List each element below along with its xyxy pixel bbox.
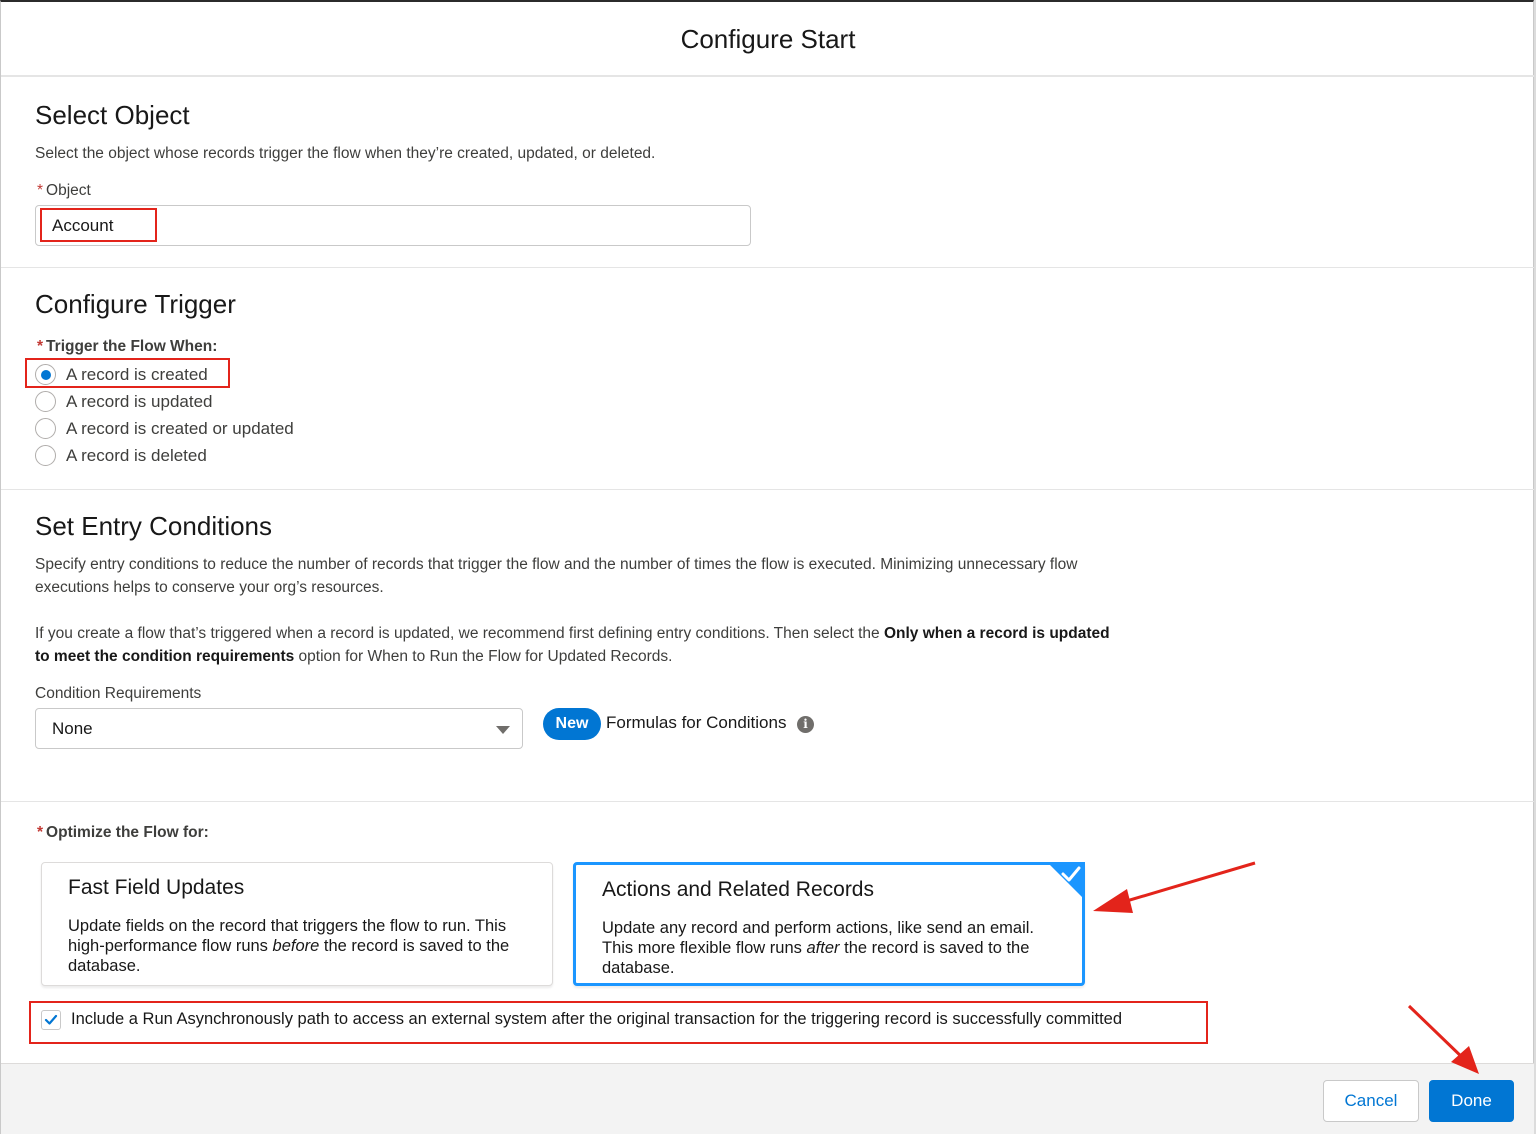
entry-conditions-note: If you create a flow that’s triggered wh… [35, 625, 1110, 665]
required-asterisk: * [37, 338, 44, 355]
modal-title: Configure Start [680, 24, 856, 54]
required-asterisk: * [37, 182, 44, 199]
radio-label: A record is updated [66, 392, 213, 411]
card-description: Update fields on the record that trigger… [68, 917, 510, 975]
card-fast-field-updates[interactable]: Fast Field Updates Update fields on the … [41, 862, 553, 986]
card-title: Fast Field Updates [68, 876, 245, 899]
entry-conditions-title: Set Entry Conditions [35, 511, 273, 541]
select-object-title: Select Object [35, 100, 190, 130]
condition-requirements-value: None [52, 719, 93, 738]
trigger-label: * Trigger the Flow When: [37, 338, 218, 355]
radio-button[interactable] [35, 391, 56, 412]
object-label: * Object [37, 182, 91, 199]
card-description: Update any record and perform actions, l… [602, 919, 1034, 977]
condition-requirements-label: Condition Requirements [35, 685, 202, 702]
section-divider [1, 267, 1535, 268]
modal-footer [1, 1063, 1535, 1134]
select-object-help: Select the object whose records trigger … [35, 145, 656, 162]
condition-requirements-select[interactable]: None [35, 708, 523, 749]
annotation-highlight-async [29, 1001, 1208, 1044]
section-divider [1, 801, 1535, 802]
radio-button[interactable] [35, 418, 56, 439]
done-button[interactable]: Done [1429, 1080, 1514, 1122]
annotation-highlight-object [40, 208, 157, 242]
radio-label: A record is deleted [66, 446, 207, 465]
configure-start-modal: Configure Start Select Object Select the… [0, 0, 1535, 1134]
annotation-highlight-trigger [25, 358, 230, 388]
radio-label: A record is created or updated [66, 419, 294, 438]
optimize-label: * Optimize the Flow for: [37, 824, 209, 841]
radio-button[interactable] [35, 445, 56, 466]
card-actions-and-related-records[interactable]: Actions and Related Records Update any r… [573, 862, 1085, 986]
required-asterisk: * [37, 824, 44, 841]
annotation-arrow-icon [1407, 1004, 1479, 1074]
formulas-for-conditions-label: Formulas for Conditions [606, 713, 787, 732]
section-divider [1, 489, 1535, 490]
cancel-button[interactable]: Cancel [1323, 1080, 1419, 1122]
info-icon[interactable]: i [797, 716, 814, 733]
entry-conditions-help: Specify entry conditions to reduce the n… [35, 556, 1078, 596]
card-title: Actions and Related Records [602, 878, 874, 901]
modal-header: Configure Start [1, 2, 1535, 77]
selected-check-icon [1047, 862, 1085, 900]
chevron-down-icon [496, 726, 510, 734]
new-badge: New [543, 708, 601, 740]
annotation-arrow-icon [1093, 861, 1256, 913]
configure-trigger-title: Configure Trigger [35, 289, 236, 319]
